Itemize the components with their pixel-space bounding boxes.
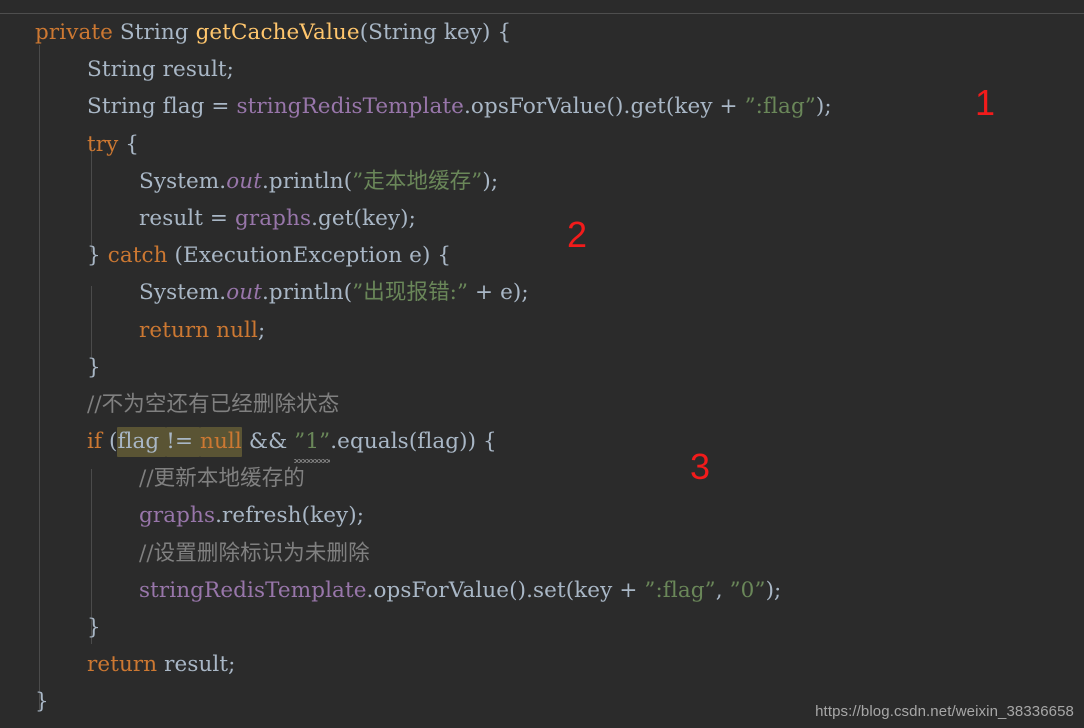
code-token: stringRedisTemplate: [139, 577, 367, 603]
code-token: .equals(flag)) {: [330, 429, 497, 455]
code-token: System.: [139, 168, 227, 194]
code-line[interactable]: stringRedisTemplate.opsForValue().set(ke…: [0, 572, 1084, 609]
code-line[interactable]: //更新本地缓存的: [0, 460, 1084, 497]
code-token: out: [226, 280, 262, 306]
code-screenshot-root: private String getCacheValue(String key)…: [0, 0, 1084, 728]
selection-highlight: null: [200, 427, 242, 458]
code-line[interactable]: return null;: [0, 312, 1084, 349]
code-token: String flag =: [87, 94, 237, 120]
code-token: System.: [139, 280, 227, 306]
code-token: ”:flag”: [744, 94, 816, 120]
code-token: }: [87, 615, 101, 640]
selection-highlight: !=: [166, 427, 201, 458]
code-line[interactable]: }: [0, 349, 1084, 386]
code-line[interactable]: if (flag != null && ”1”.equals(flag)) {: [0, 423, 1084, 464]
code-line[interactable]: //设置删除标识为未删除: [0, 535, 1084, 572]
code-token: (ExecutionException e) {: [167, 243, 452, 269]
code-line[interactable]: try {: [0, 126, 1084, 163]
code-line[interactable]: private String getCacheValue(String key)…: [0, 14, 1084, 51]
code-token: private: [35, 20, 113, 45]
code-token: result =: [139, 205, 235, 231]
code-token: !=: [166, 429, 201, 455]
code-token: ;: [258, 317, 266, 343]
code-line[interactable]: System.out.println(”出现报错:” + e);: [0, 274, 1084, 311]
code-line[interactable]: return result;: [0, 646, 1084, 683]
code-line[interactable]: System.out.println(”走本地缓存”);: [0, 163, 1084, 200]
annotation-marker-1: 1: [975, 82, 996, 123]
code-token: ”:flag”: [644, 577, 716, 603]
code-line[interactable]: }: [0, 609, 1084, 646]
code-line[interactable]: } catch (ExecutionException e) {: [0, 237, 1084, 274]
code-token: //不为空还有已经删除状态: [87, 391, 340, 417]
code-token: .refresh(key);: [215, 503, 365, 529]
code-token: (String key) {: [359, 20, 512, 45]
code-block[interactable]: private String getCacheValue(String key)…: [0, 14, 1084, 721]
code-token: return: [87, 652, 158, 678]
code-token: &&: [241, 429, 295, 455]
code-token: graphs: [139, 503, 216, 529]
code-line[interactable]: String result;: [0, 51, 1084, 88]
annotation-marker-3: 3: [690, 446, 711, 487]
code-token: ”出现报错:”: [352, 280, 469, 306]
code-line[interactable]: //不为空还有已经删除状态: [0, 386, 1084, 423]
code-token: if: [87, 429, 103, 455]
code-token: }: [87, 243, 108, 269]
selection-highlight: flag: [117, 427, 167, 458]
code-token: .get(key);: [311, 205, 416, 231]
code-token: .opsForValue().get(key +: [464, 94, 745, 120]
code-editor-surface[interactable]: private String getCacheValue(String key)…: [0, 14, 1084, 728]
code-token: (: [102, 429, 118, 455]
code-token: ”走本地缓存”: [352, 168, 483, 194]
code-token: getCacheValue: [195, 20, 360, 45]
code-token: try: [87, 131, 119, 157]
code-token: //设置删除标识为未删除: [139, 540, 370, 566]
code-token: + e);: [468, 280, 529, 306]
code-token: //更新本地缓存的: [139, 466, 305, 492]
code-token: stringRedisTemplate: [236, 94, 464, 120]
code-token: ,: [715, 577, 730, 603]
code-token: String: [119, 20, 189, 45]
annotation-marker-2: 2: [567, 214, 588, 255]
code-token: .println(: [261, 280, 353, 306]
code-token: flag: [117, 429, 167, 455]
code-token: ”0”: [729, 577, 766, 603]
code-token: }: [87, 354, 101, 380]
code-line[interactable]: result = graphs.get(key);: [0, 200, 1084, 237]
code-token: result;: [157, 652, 236, 678]
code-token: null: [200, 429, 242, 455]
code-token: out: [226, 168, 262, 194]
code-line[interactable]: String flag = stringRedisTemplate.opsFor…: [0, 88, 1084, 125]
watermark-url: https://blog.csdn.net/weixin_38336658: [815, 703, 1074, 720]
code-token: );: [765, 577, 782, 603]
code-token: );: [815, 94, 832, 120]
inspection-warning-underline: ”1”: [294, 423, 331, 464]
code-token: null: [216, 317, 259, 343]
code-token: {: [118, 131, 140, 157]
code-token: String result;: [87, 57, 235, 83]
code-token: }: [35, 689, 49, 715]
code-token: catch: [107, 243, 168, 269]
code-token: .println(: [261, 168, 353, 194]
code-token: );: [482, 168, 499, 194]
code-token: return: [139, 317, 210, 343]
code-token: ”1”: [294, 429, 331, 455]
code-line[interactable]: graphs.refresh(key);: [0, 497, 1084, 534]
code-token: .opsForValue().set(key +: [366, 577, 645, 603]
code-token: graphs: [234, 205, 312, 231]
